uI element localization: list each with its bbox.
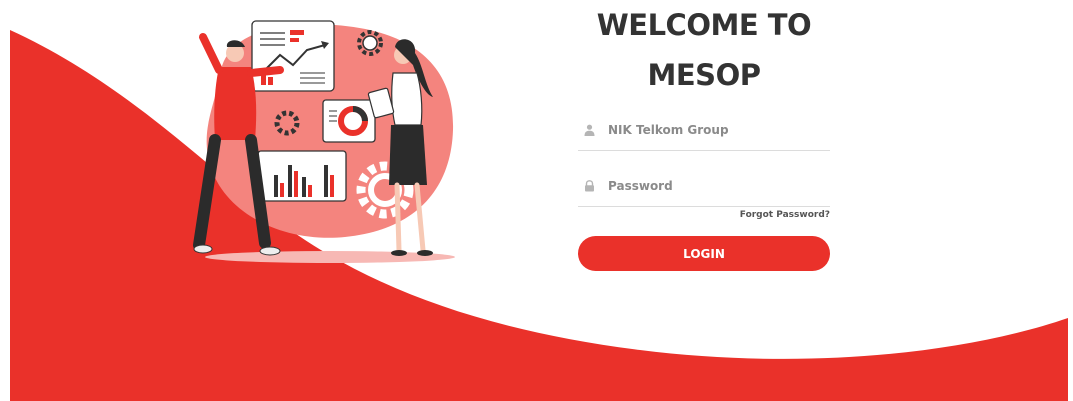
welcome-title: WELCOME TO [596, 8, 812, 42]
login-button[interactable]: LOGIN [578, 236, 830, 271]
password-input[interactable] [606, 178, 810, 194]
forgot-password-link[interactable]: Forgot Password? [700, 210, 830, 220]
username-field[interactable] [578, 110, 830, 151]
business-analytics-illustration [193, 20, 455, 263]
username-input[interactable] [606, 122, 810, 138]
user-icon [582, 123, 596, 137]
app-name-title: MESOP [647, 58, 761, 92]
background-wave [10, 30, 1068, 401]
password-field[interactable] [578, 166, 830, 207]
lock-icon [582, 179, 596, 193]
